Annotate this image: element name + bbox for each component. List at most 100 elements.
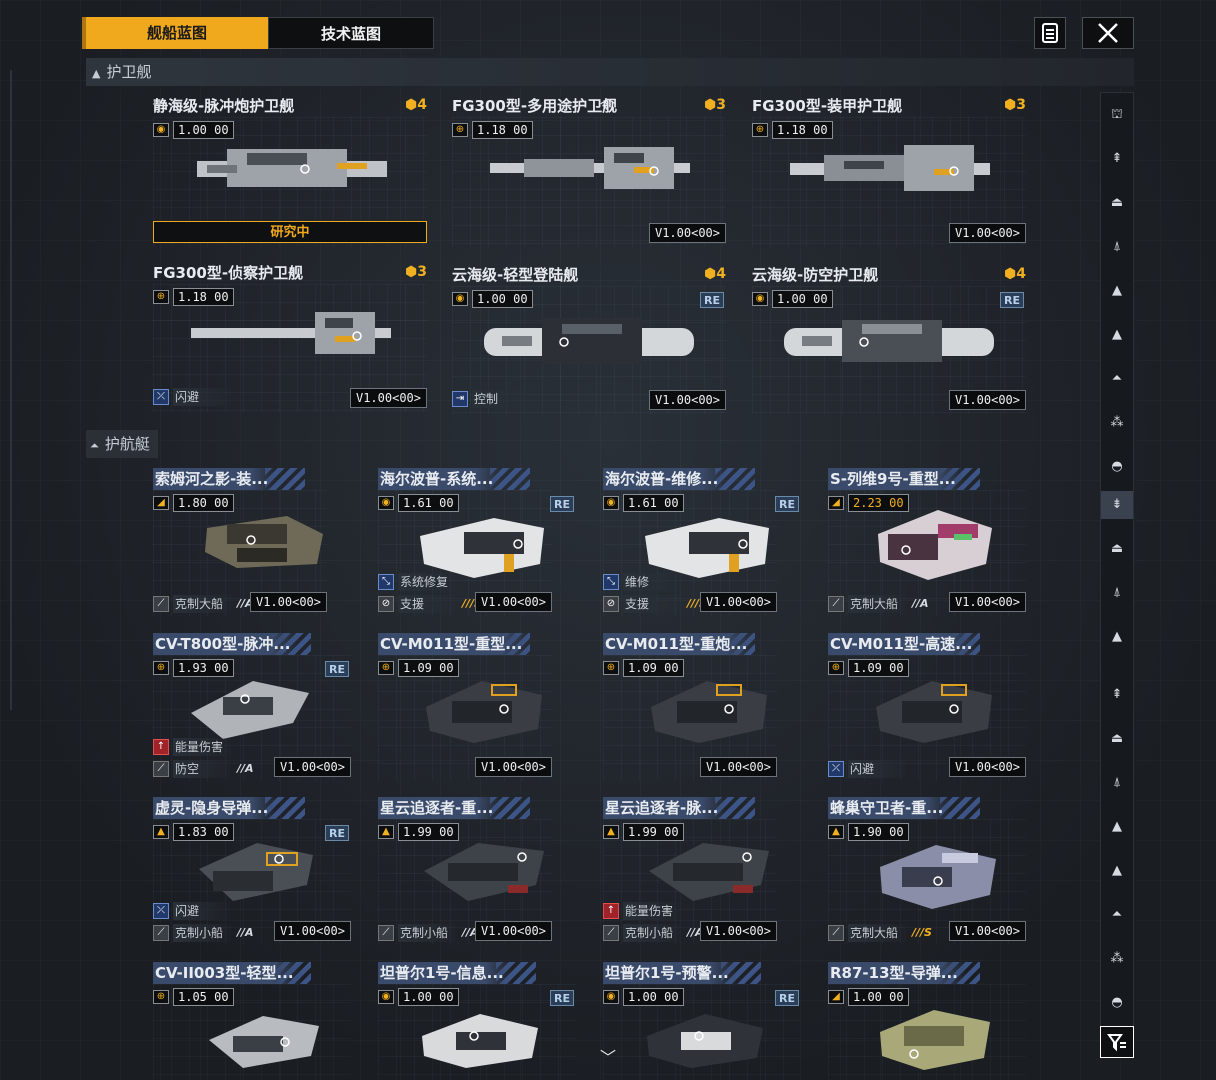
ship-image [872,837,1002,913]
ship-image [416,1006,542,1070]
ship-title: CV-T800型-脉冲... [153,633,299,655]
version-number: 1.05 00 [173,988,234,1006]
ship-image [784,141,994,197]
tier-badge: ⬢4 [405,97,427,113]
category-icon[interactable]: ⁂ [1101,409,1133,437]
category-icon[interactable]: ⇞ [1101,681,1133,709]
ship-class-icon: ⊕ [378,661,394,675]
ship-card[interactable]: 蜂巢守卫者-重... ▲ 1.90 00 ⟋ 克制大船///S V1.00<00> [828,797,1026,945]
category-icon[interactable]: ⁂ [1101,945,1133,973]
ship-card[interactable]: CV-T800型-脉冲... ⊕ 1.93 00 RE ↑ 能量伤害 ⟋ 防空//A … [153,633,351,781]
ship-card[interactable]: 虚灵-隐身导弹... ▲ 1.83 00 RE ⤫ 闪避 ⟋ 克制小船//A V1.0… [153,797,351,945]
close-button[interactable] [1082,17,1134,49]
category-icon[interactable]: ⍋ [1101,579,1133,607]
ship-image [643,835,773,905]
build-version: V1.00<00> [474,921,552,941]
counter-icon: ⟋ [153,925,169,941]
ship-title: 云海级-防空护卫舰 [752,266,879,284]
version-number: 1.00 00 [623,988,684,1006]
re-badge: RE [550,990,574,1006]
tab-ship-blueprint[interactable]: 舰船蓝图 [82,17,268,49]
category-icon[interactable]: ⇞ [1101,145,1133,173]
left-edge-panel [0,70,12,710]
category-icon[interactable]: ◓ [1101,453,1133,481]
ship-class-icon: ⊕ [153,990,169,1004]
category-icon[interactable]: ⏏ [1101,535,1133,563]
ship-card[interactable]: 星云追逐者-重... ▲ 1.99 00 ⟋ 克制小船//A V1.00<00> [378,797,552,945]
category-icon[interactable]: ⍋ [1101,769,1133,797]
ship-class-icon: ▲ [378,825,394,839]
ship-card[interactable]: 索姆河之影-装... ◢ 1.80 00 ⟋ 克制大船//A V1.00<00> [153,468,327,616]
ship-image [647,671,773,747]
ship-card[interactable]: 坦普尔1号-预警... ◉ 1.00 00 RE [603,962,801,1080]
version-row: ◉ 1.00 00 [752,290,833,308]
ship-card[interactable]: CV-M011型-重炮... ⊕ 1.09 00 V1.00<00> [603,633,777,781]
ship-class-icon: ⊕ [153,290,169,304]
category-icon[interactable]: ◓ [1101,989,1133,1017]
ship-card[interactable]: S-列维9号-重型... ◢ 2.23 00 ⟋ 克制大船//A V1.00<00> [828,468,1026,616]
tier-value: 3 [1016,97,1026,113]
trait-label: 克制小船 [398,924,456,942]
ship-card[interactable]: CV-M011型-重型... ⊕ 1.09 00 V1.00<00> [378,633,552,781]
ship-card[interactable]: 海尔波普-系统... ◉ 1.61 00 RE ⤡ 系统修复 ⊘ 支援///S V1.… [378,468,574,616]
tab-tech-blueprint[interactable]: 技术蓝图 [268,17,434,49]
filter-icon [1107,1034,1126,1052]
energy-damage-icon: ↑ [603,903,619,919]
trait-label: 防空 [173,760,231,778]
ship-class-icon: ⊕ [452,123,468,137]
ship-card[interactable]: 星云追逐者-脉... ▲ 1.99 00 ↑ 能量伤害 ⟋ 克制小船//A V1.00… [603,797,777,945]
ship-card[interactable]: FG300型-侦察护卫舰 ⬢3 ⊕ 1.18 00 ⤫ 闪避 V1.00<00> [153,262,427,412]
version-row: ⊕ 1.18 00 [452,121,533,139]
evade-icon: ⤫ [153,903,169,919]
trait-tag: ⤫ 闪避 [153,388,231,406]
ship-card[interactable]: 云海级-防空护卫舰 ⬢4 ◉ 1.00 00 RE V1.00<00> [752,264,1026,414]
build-version: V1.00<00> [273,921,351,941]
trait-label: 克制小船 [623,924,681,942]
ship-class-icon: ◉ [752,292,768,306]
trait-label: 维修 [623,573,681,591]
ship-class-icon: ◉ [603,496,619,510]
ship-card[interactable]: 云海级-轻型登陆舰 ⬢4 ◉ 1.00 00 RE ⇥ 控制 V1.00<00> [452,264,726,414]
ship-card[interactable]: FG300型-装甲护卫舰 ⬢3 ⊕ 1.18 00 V1.00<00> [752,95,1026,247]
category-icon[interactable]: ▲ [1101,321,1133,349]
chevron-down-icon[interactable]: ﹀ [600,1044,616,1068]
category-icon[interactable]: ▲ [1101,277,1133,305]
build-version: V1.00<00> [474,757,552,777]
section-header-escort[interactable]: ⏶ 护航艇 [86,430,158,458]
version-row: ⊕ 1.05 00 [153,988,234,1006]
trait-tag: ⇥ 控制 [452,390,530,408]
category-icon[interactable]: ▲ [1101,813,1133,841]
category-icon[interactable]: ⍋ [1101,233,1133,261]
filter-button[interactable] [1100,1026,1134,1058]
ship-title: 海尔波普-系统... [378,468,502,490]
ship-card[interactable]: 静海级-脉冲炮护卫舰 ⬢4 ◉ 1.00 00 研究中 [153,95,427,247]
category-icon[interactable]: ▲ [1101,623,1133,651]
ship-card[interactable]: CV-II003型-轻型... ⊕ 1.05 00 [153,962,351,1080]
section-header-frigate[interactable]: ▲ 护卫舰 [86,58,1134,86]
ship-card[interactable]: CV-M011型-高速... ⊕ 1.09 00 ⤫ 闪避 V1.00<00> [828,633,1026,781]
category-icon[interactable]: ⏏ [1101,725,1133,753]
trait-tag: ⟋ 克制小船//A [603,924,704,942]
category-icon[interactable]: ⏏ [1101,189,1133,217]
ship-card[interactable]: 海尔波普-维修... ◉ 1.61 00 RE ⤡ 维修 ⊘ 支援///S V1.00… [603,468,799,616]
ship-card[interactable]: 坦普尔1号-信息... ◉ 1.00 00 RE [378,962,576,1080]
category-icon[interactable]: ⏶ [1101,901,1133,929]
tier-value: 3 [417,264,427,280]
tier-badge: ⬢3 [1004,97,1026,113]
ship-title: 坦普尔1号-预警... [603,962,737,984]
category-icon[interactable]: ⏶ [1101,365,1133,393]
ship-class-icon: ▲ [603,825,619,839]
version-suffix: 00 [214,290,229,304]
category-icon[interactable]: ▲ [1101,857,1133,885]
ship-class-icon: ◢ [153,496,169,510]
ship-class-icon: ◉ [603,990,619,1004]
category-icon[interactable]: ⛫ [1101,101,1133,129]
category-icon-active[interactable]: ⇟ [1101,491,1133,519]
trait-label: 克制大船 [848,595,906,613]
list-button[interactable] [1034,17,1066,49]
version-row: ◉ 1.00 00 [378,988,459,1006]
trait-label: 能量伤害 [623,902,681,920]
ship-card[interactable]: FG300型-多用途护卫舰 ⬢3 ⊕ 1.18 00 V1.00<00> [452,95,726,247]
ship-card[interactable]: R87-13型-导弹... ◢ 1.00 00 [828,962,1026,1080]
version-major: 1.00 [628,990,657,1004]
